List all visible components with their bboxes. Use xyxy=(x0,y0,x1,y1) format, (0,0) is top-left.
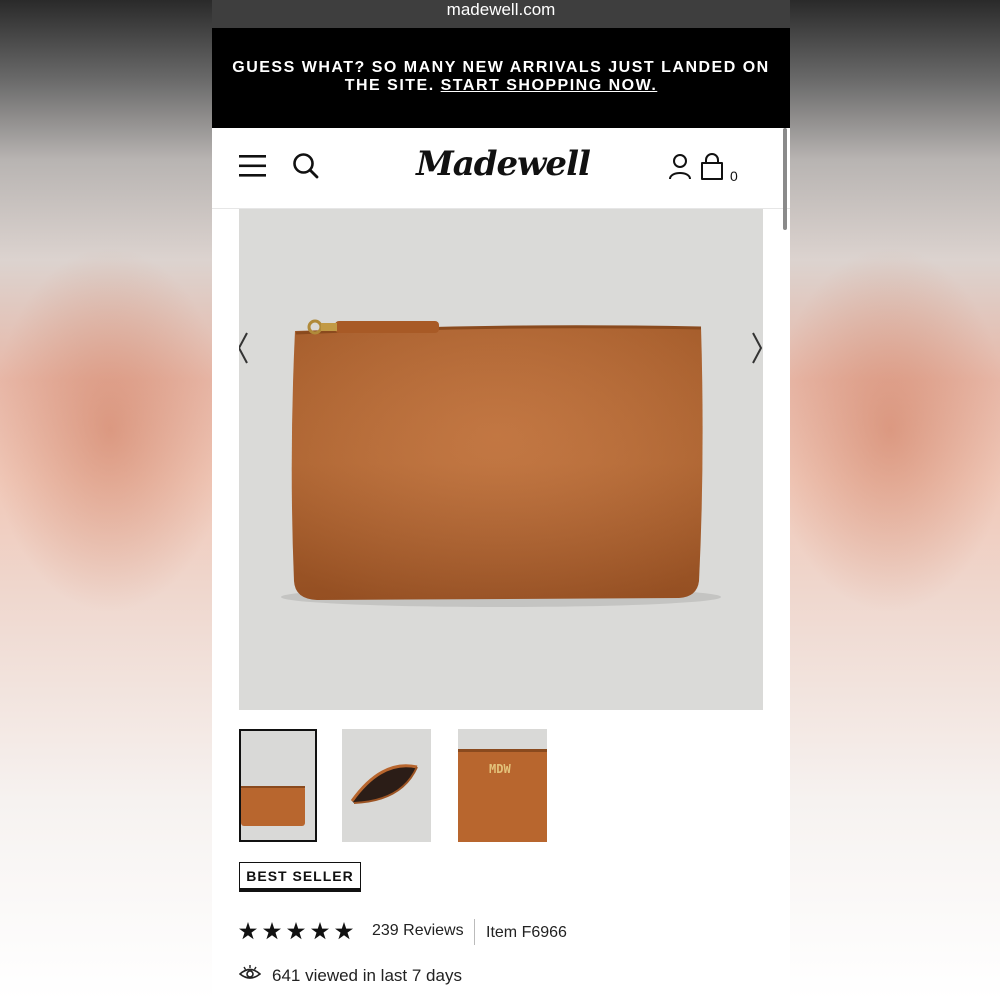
monogram-text: MDW xyxy=(489,762,511,776)
thumbnail-front[interactable] xyxy=(239,729,317,842)
previous-image-arrow[interactable] xyxy=(239,331,251,365)
viewed-count: 641 viewed in last 7 days xyxy=(272,966,462,985)
reviews-link[interactable]: 239 Reviews xyxy=(372,922,464,940)
product-image[interactable] xyxy=(239,209,763,710)
star-rating[interactable] xyxy=(239,920,359,944)
thumbnail-monogram-image xyxy=(458,729,547,752)
promo-line-1: GUESS WHAT? SO MANY NEW ARRIVALS JUST LA… xyxy=(232,59,770,76)
search-icon[interactable] xyxy=(292,152,320,180)
promo-line-2-text: THE SITE. xyxy=(344,77,441,94)
star-icon xyxy=(287,922,305,940)
item-number: Item F6966 xyxy=(486,924,567,941)
star-icon xyxy=(239,922,257,940)
url-bar[interactable]: madewell.com xyxy=(212,0,790,28)
cart-count: 0 xyxy=(730,168,738,184)
thumbnail-front-image xyxy=(241,786,305,826)
promo-line-2: THE SITE. START SHOPPING NOW. xyxy=(212,77,790,95)
background-glow-left xyxy=(0,0,212,1000)
background-glow-right xyxy=(790,0,1000,1000)
best-seller-badge: BEST SELLER xyxy=(239,862,361,892)
eye-icon xyxy=(239,965,261,979)
next-image-arrow[interactable] xyxy=(751,331,763,365)
url-text: madewell.com xyxy=(446,0,556,19)
divider xyxy=(474,919,475,945)
brand-logo[interactable]: Madewell xyxy=(408,140,598,188)
thumbnail-open-image xyxy=(350,764,418,804)
start-shopping-link[interactable]: START SHOPPING NOW. xyxy=(441,77,658,94)
star-icon xyxy=(335,922,353,940)
promo-banner: GUESS WHAT? SO MANY NEW ARRIVALS JUST LA… xyxy=(212,28,790,128)
menu-icon[interactable] xyxy=(238,154,268,178)
phone-screen: madewell.com GUESS WHAT? SO MANY NEW ARR… xyxy=(212,0,790,1000)
pouch-illustration xyxy=(281,319,721,607)
star-icon xyxy=(263,922,281,940)
star-icon xyxy=(311,922,329,940)
thumbnail-monogram[interactable]: MDW xyxy=(458,729,547,842)
scrollbar[interactable] xyxy=(783,128,787,230)
account-icon[interactable] xyxy=(668,153,692,181)
bag-icon[interactable] xyxy=(699,153,725,181)
thumbnail-open[interactable] xyxy=(342,729,431,842)
